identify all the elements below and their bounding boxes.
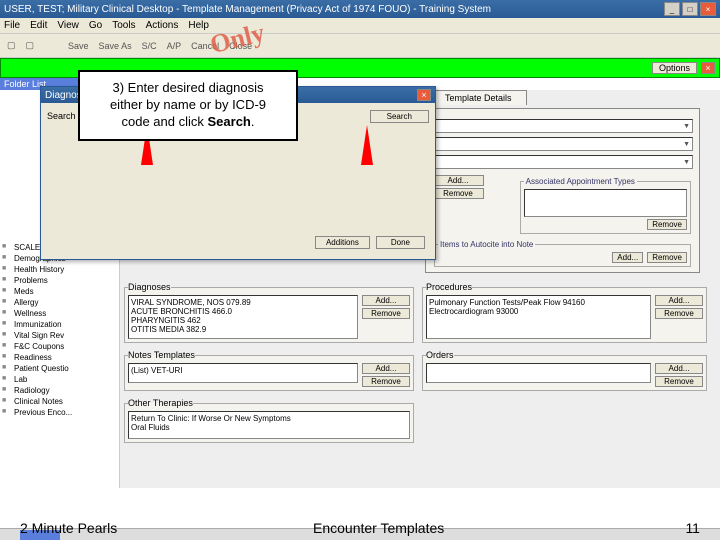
notes-list[interactable]: (List) VET-URI bbox=[128, 363, 358, 383]
tree-item[interactable]: Readiness bbox=[2, 352, 117, 363]
callout-line: code and click Search. bbox=[90, 114, 286, 131]
notes-remove-button[interactable]: Remove bbox=[362, 376, 410, 387]
window-titlebar: USER, TEST; Military Clinical Desktop - … bbox=[0, 0, 720, 18]
tree-item[interactable]: Lab bbox=[2, 374, 117, 385]
procedures-remove-button[interactable]: Remove bbox=[655, 308, 703, 319]
tree-item[interactable]: Allergy bbox=[2, 297, 117, 308]
options-button[interactable]: Options bbox=[652, 62, 697, 74]
tree-item[interactable]: Previous Enco... bbox=[2, 407, 117, 418]
tab-template-details[interactable]: Template Details bbox=[430, 90, 527, 105]
tree-item[interactable]: Wellness bbox=[2, 308, 117, 319]
add-button-upper[interactable]: Add... bbox=[432, 175, 484, 186]
orders-legend: Orders bbox=[426, 350, 454, 360]
maximize-button[interactable]: □ bbox=[682, 2, 698, 16]
other-list[interactable]: Return To Clinic: If Worse Or New Sympto… bbox=[128, 411, 410, 439]
other-item[interactable]: Oral Fluids bbox=[131, 423, 407, 432]
callout-line: either by name or by ICD-9 bbox=[90, 97, 286, 114]
main-toolbar: ▢ ▢ Save Save As S/C A/P Cancel Close bbox=[0, 34, 720, 58]
diagnosis-item[interactable]: ACUTE BRONCHITIS 466.0 bbox=[131, 307, 355, 316]
diagnoses-list[interactable]: VIRAL SYNDROME, NOS 079.89 ACUTE BRONCHI… bbox=[128, 295, 358, 339]
autocite-label: Items to Autocite into Note bbox=[438, 240, 535, 249]
minimize-button[interactable]: _ bbox=[664, 2, 680, 16]
tree-item[interactable]: Problems bbox=[2, 275, 117, 286]
procedures-list[interactable]: Pulmonary Function Tests/Peak Flow 94160… bbox=[426, 295, 651, 339]
other-legend: Other Therapies bbox=[128, 398, 193, 408]
menu-actions[interactable]: Actions bbox=[146, 20, 179, 31]
tree-item[interactable]: Clinical Notes bbox=[2, 396, 117, 407]
detail-dropdown-1[interactable] bbox=[432, 119, 693, 133]
remove-button-autocite[interactable]: Remove bbox=[647, 252, 687, 263]
remove-button-upper[interactable]: Remove bbox=[432, 188, 484, 199]
diagnosis-item[interactable]: OTITIS MEDIA 382.9 bbox=[131, 325, 355, 334]
main-menubar: File Edit View Go Tools Actions Help bbox=[0, 18, 720, 34]
tree-item[interactable]: F&C Coupons bbox=[2, 341, 117, 352]
menu-edit[interactable]: Edit bbox=[30, 20, 47, 31]
close-button[interactable]: × bbox=[700, 2, 716, 16]
notes-item[interactable]: (List) VET-URI bbox=[131, 366, 355, 375]
assoc-types-list[interactable] bbox=[524, 189, 687, 217]
procedure-item[interactable]: Pulmonary Function Tests/Peak Flow 94160 bbox=[429, 298, 648, 307]
tool-cancel[interactable]: Cancel bbox=[188, 40, 222, 52]
detail-dropdown-3[interactable] bbox=[432, 155, 693, 169]
tool-generic-1[interactable]: ▢ bbox=[4, 39, 19, 52]
procedure-item[interactable]: Electrocardiogram 93000 bbox=[429, 307, 648, 316]
tree-item[interactable]: Patient Questio bbox=[2, 363, 117, 374]
menu-go[interactable]: Go bbox=[89, 20, 102, 31]
diagnoses-legend: Diagnoses bbox=[128, 282, 171, 292]
footer-center: Encounter Templates bbox=[313, 520, 444, 536]
menu-view[interactable]: View bbox=[57, 20, 79, 31]
callout-line: 3) Enter desired diagnosis bbox=[90, 80, 286, 97]
menu-file[interactable]: File bbox=[4, 20, 20, 31]
arrow-indicator-2 bbox=[361, 125, 373, 165]
done-button[interactable]: Done bbox=[376, 236, 425, 249]
notes-add-button[interactable]: Add... bbox=[362, 363, 410, 374]
other-item[interactable]: Return To Clinic: If Worse Or New Sympto… bbox=[131, 414, 407, 423]
footer-left: 2 Minute Pearls bbox=[20, 520, 117, 536]
tree-item[interactable]: Meds bbox=[2, 286, 117, 297]
procedures-legend: Procedures bbox=[426, 282, 472, 292]
tool-saveas[interactable]: Save As bbox=[96, 40, 135, 52]
tool-generic-2[interactable]: ▢ bbox=[23, 39, 38, 52]
tool-close[interactable]: Close bbox=[226, 40, 255, 52]
tool-sc[interactable]: S/C bbox=[139, 40, 160, 52]
tool-save[interactable]: Save bbox=[65, 40, 92, 52]
procedures-add-button[interactable]: Add... bbox=[655, 295, 703, 306]
add-button-autocite[interactable]: Add... bbox=[612, 252, 643, 263]
instruction-callout: 3) Enter desired diagnosis either by nam… bbox=[78, 70, 298, 141]
diagnosis-item[interactable]: PHARYNGITIS 462 bbox=[131, 316, 355, 325]
remove-button-assoc[interactable]: Remove bbox=[647, 219, 687, 230]
slide-footer: 2 Minute Pearls Encounter Templates 11 bbox=[0, 520, 720, 536]
tree-item[interactable]: Vital Sign Rev bbox=[2, 330, 117, 341]
orders-list[interactable] bbox=[426, 363, 651, 383]
tree-item[interactable]: Health History bbox=[2, 264, 117, 275]
orders-add-button[interactable]: Add... bbox=[655, 363, 703, 374]
tree-item[interactable]: Radiology bbox=[2, 385, 117, 396]
menu-help[interactable]: Help bbox=[188, 20, 209, 31]
diagnoses-remove-button[interactable]: Remove bbox=[362, 308, 410, 319]
tool-ap[interactable]: A/P bbox=[164, 40, 185, 52]
additions-button[interactable]: Additions bbox=[315, 236, 370, 249]
orders-remove-button[interactable]: Remove bbox=[655, 376, 703, 387]
dialog-close-icon[interactable]: × bbox=[417, 89, 431, 101]
menu-tools[interactable]: Tools bbox=[112, 20, 135, 31]
search-button[interactable]: Search bbox=[370, 110, 429, 123]
greenbar-close-icon[interactable]: × bbox=[701, 62, 715, 74]
diagnoses-add-button[interactable]: Add... bbox=[362, 295, 410, 306]
detail-dropdown-2[interactable] bbox=[432, 137, 693, 151]
notes-legend: Notes Templates bbox=[128, 350, 195, 360]
footer-page-number: 11 bbox=[640, 520, 700, 536]
window-title: USER, TEST; Military Clinical Desktop - … bbox=[4, 4, 491, 15]
tree-item[interactable]: Immunization bbox=[2, 319, 117, 330]
assoc-types-label: Associated Appointment Types bbox=[524, 177, 637, 186]
diagnosis-item[interactable]: VIRAL SYNDROME, NOS 079.89 bbox=[131, 298, 355, 307]
